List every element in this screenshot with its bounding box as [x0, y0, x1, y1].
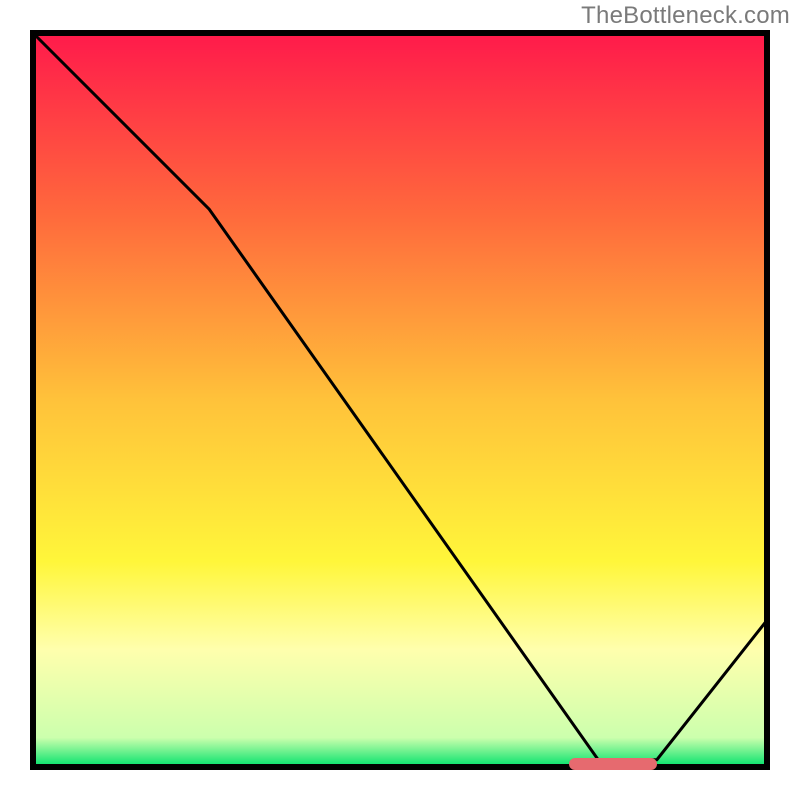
bottleneck-chart: [30, 30, 770, 770]
minimum-marker: [569, 758, 657, 770]
watermark-text: TheBottleneck.com: [581, 2, 790, 30]
